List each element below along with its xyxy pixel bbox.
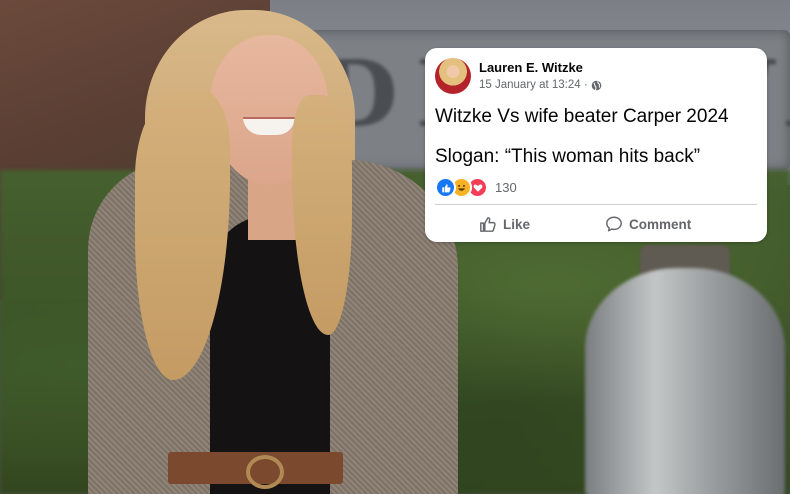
like-label: Like	[503, 216, 531, 232]
post-meta: 15 January at 13:24 ·	[479, 79, 602, 91]
post-timestamp[interactable]: 15 January at 13:24 ·	[479, 79, 588, 91]
bell	[585, 268, 785, 494]
author-name[interactable]: Lauren E. Witzke	[479, 60, 583, 75]
facebook-post-card: Lauren E. Witzke 15 January at 13:24 · W…	[425, 48, 767, 242]
belt-buckle	[246, 455, 284, 489]
globe-icon	[591, 80, 602, 91]
like-reaction-icon	[435, 177, 456, 198]
reactions-summary[interactable]: 130	[435, 177, 517, 198]
reaction-count[interactable]: 130	[495, 180, 517, 195]
author-avatar[interactable]	[435, 58, 471, 94]
action-divider	[435, 204, 757, 205]
woman-figure	[60, 0, 480, 494]
comment-button[interactable]: Comment	[605, 212, 691, 236]
post-text-line-2: Slogan: “This woman hits back”	[435, 146, 701, 167]
like-button[interactable]: Like	[479, 212, 530, 236]
post-text-line-1: Witzke Vs wife beater Carper 2024	[435, 106, 729, 127]
comment-bubble-icon	[605, 215, 623, 233]
comment-label: Comment	[629, 216, 692, 232]
thumbs-up-icon	[479, 215, 497, 233]
